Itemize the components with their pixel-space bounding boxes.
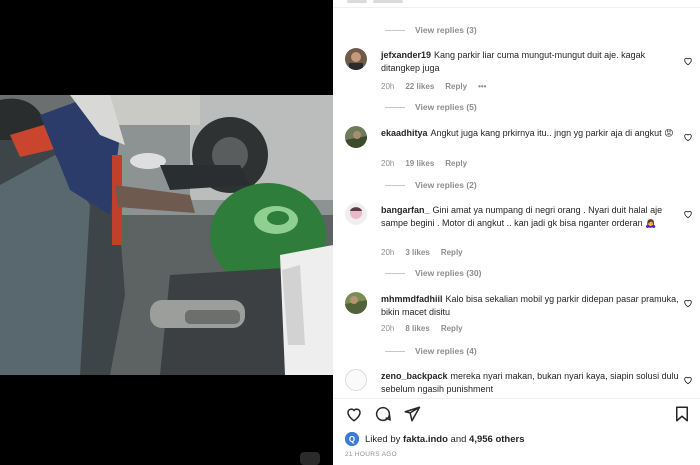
liked-prefix: Liked by — [365, 433, 401, 445]
view-replies-button[interactable]: View replies (4) — [385, 346, 477, 356]
reply-line — [385, 29, 405, 31]
view-replies-label: View replies (30) — [415, 268, 482, 278]
heart-icon[interactable] — [683, 298, 693, 308]
comment-time: 20h — [381, 82, 395, 91]
comment-meta: 20h 19 likes Reply — [381, 159, 478, 168]
comment-time: 20h — [381, 324, 395, 333]
avatar[interactable] — [345, 292, 367, 314]
heart-icon[interactable] — [683, 56, 693, 66]
faint-text-fragment — [373, 0, 403, 3]
reply-line — [385, 184, 405, 186]
view-replies-label: View replies (4) — [415, 346, 477, 356]
heart-icon[interactable] — [345, 405, 363, 423]
reply-button[interactable]: Reply — [441, 248, 463, 257]
liked-others-link[interactable]: 4,956 others — [469, 434, 524, 445]
view-replies-button[interactable]: View replies (3) — [385, 25, 477, 35]
comment-username[interactable]: zeno_backpack — [381, 371, 448, 381]
share-icon[interactable] — [403, 405, 421, 423]
comment-meta: 20h 8 likes Reply — [381, 324, 474, 333]
liked-and: and — [450, 433, 467, 445]
avatar[interactable] — [345, 126, 367, 148]
comments-panel: View replies (3) jefxander19 Kang parkir … — [333, 0, 700, 465]
action-bar — [345, 405, 690, 425]
liked-user-link[interactable]: fakta.indo — [403, 434, 448, 445]
comment-username[interactable]: jefxander19 — [381, 50, 431, 60]
reply-button[interactable]: Reply — [445, 82, 467, 91]
heart-icon[interactable] — [683, 375, 693, 385]
comment-likes[interactable]: 19 likes — [405, 159, 434, 168]
comment-username[interactable]: mhmmdfadhiil — [381, 294, 443, 304]
bookmark-icon[interactable] — [673, 405, 691, 423]
comment-text: bangarfan_ Gini amat ya numpang di negri … — [381, 204, 679, 230]
post-timestamp[interactable]: 21 HOURS AGO — [345, 451, 397, 458]
comment-text: jefxander19 Kang parkir liar cuma mungut-… — [381, 49, 679, 75]
liked-by-row: Q Liked by fakta.indo and 4,956 others — [345, 432, 525, 446]
comment-body: Angkut juga kang prkirnya itu.. jngn yg … — [430, 128, 674, 138]
comment-meta: 20h 3 likes Reply — [381, 248, 474, 257]
comment-username[interactable]: ekaadhitya — [381, 128, 428, 138]
reply-button[interactable]: Reply — [441, 324, 463, 333]
comment-likes[interactable]: 3 likes — [405, 248, 429, 257]
comment-username[interactable]: bangarfan_ — [381, 205, 430, 215]
top-strip — [333, 0, 700, 8]
comment-icon[interactable] — [374, 405, 392, 423]
comment-likes[interactable]: 22 likes — [405, 82, 434, 91]
video-control-indicator[interactable] — [300, 452, 320, 465]
reply-line — [385, 350, 405, 352]
liker-avatar[interactable]: Q — [345, 432, 359, 446]
avatar[interactable] — [345, 203, 367, 225]
heart-icon[interactable] — [683, 132, 693, 142]
avatar[interactable] — [345, 369, 367, 391]
more-options-icon[interactable]: ••• — [478, 82, 486, 91]
video-still-image — [0, 95, 333, 375]
view-replies-button[interactable]: View replies (5) — [385, 102, 477, 112]
comment-meta: 20h 22 likes Reply ••• — [381, 82, 497, 91]
video-frame[interactable] — [0, 95, 333, 375]
comment-time: 20h — [381, 248, 395, 257]
comment-text: mhmmdfadhiil Kalo bisa sekalian mobil yg … — [381, 293, 679, 319]
view-replies-button[interactable]: View replies (30) — [385, 268, 481, 278]
reply-button[interactable]: Reply — [445, 159, 467, 168]
reply-line — [385, 272, 405, 274]
heart-icon[interactable] — [683, 209, 693, 219]
view-replies-label: View replies (5) — [415, 102, 477, 112]
post-footer: Q Liked by fakta.indo and 4,956 others 2… — [333, 398, 700, 465]
reply-line — [385, 106, 405, 108]
avatar[interactable] — [345, 48, 367, 70]
faint-text-fragment — [347, 0, 367, 3]
comment-time: 20h — [381, 159, 395, 168]
comment-text: ekaadhitya Angkut juga kang prkirnya itu.… — [381, 127, 679, 140]
view-replies-button[interactable]: View replies (2) — [385, 180, 477, 190]
comment-text: zeno_backpack mereka nyari makan, bukan n… — [381, 370, 679, 396]
video-panel[interactable] — [0, 0, 333, 465]
view-replies-label: View replies (3) — [415, 25, 477, 35]
view-replies-label: View replies (2) — [415, 180, 477, 190]
svg-text:Q: Q — [349, 435, 355, 444]
comment-likes[interactable]: 8 likes — [405, 324, 429, 333]
